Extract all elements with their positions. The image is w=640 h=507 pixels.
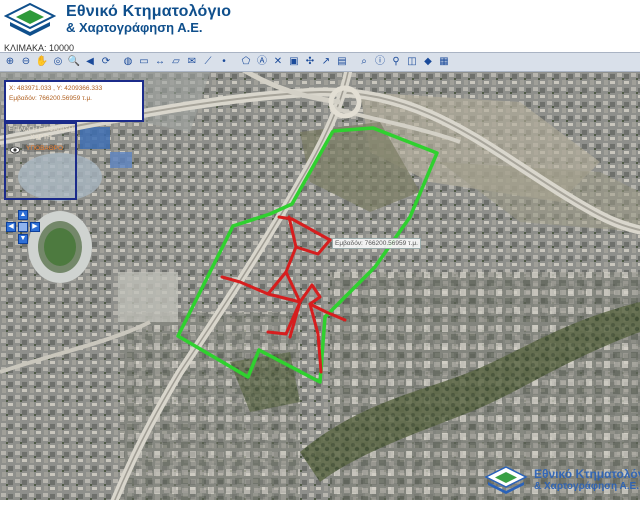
pan-hand-icon[interactable]: ✋ [35,55,49,69]
line-icon[interactable]: ⟋ [201,55,215,69]
map-view[interactable] [0,72,640,500]
area-value: 766200.56959 τ.μ. [38,95,92,102]
x-label: X: [9,85,16,92]
refresh-icon[interactable]: ⟳ [99,55,113,69]
label-icon[interactable]: Ⓐ [255,55,269,69]
measure-area-icon[interactable]: ▱ [169,55,183,69]
pan-left-icon[interactable]: ◀ [6,222,16,232]
mail-icon[interactable]: ✉ [185,55,199,69]
area-readout: Εμβαδόν: 766200.56959 τ.μ. [9,94,139,104]
status-bar [0,500,640,507]
area-label: Εμβαδόν: [9,95,37,102]
xy-readout: X: 483971.033 , Y: 4209366.333 [9,85,103,92]
full-extent-icon[interactable]: ◎ [51,55,65,69]
coordinate-xy-icon[interactable]: ✣ [303,55,317,69]
previous-extent-icon[interactable]: ◀ [83,55,97,69]
pan-center-icon[interactable] [18,222,28,232]
watermark-subtitle: & Χαρτογράφηση Α.Ε. [534,481,639,492]
org-name-subtitle: & Χαρτογράφηση Α.Ε. [66,20,203,35]
x-value: 483971.033 [16,85,52,92]
pan-down-icon[interactable]: ▼ [18,234,28,244]
arrow-icon[interactable]: ↗ [319,55,333,69]
logo [4,2,56,36]
layers-icon[interactable]: ◆ [421,55,435,69]
search-icon[interactable]: ⌕ [357,55,371,69]
watermark-title: Εθνικό Κτηματολόγιο [534,467,640,481]
map-toolbar: ⊕ ⊖ ✋ ◎ 🔍 ◀ ⟳ ◍ ▭ ↔ ▱ ✉ ⟋ • ⬠ Ⓐ ✕ ▣ ✣ ↗ ▤ ⌕ ⓘ ⚲ ◫ ◆ ▦ [0,52,640,72]
watermark-logo [484,466,528,494]
clear-icon[interactable]: ✕ [271,55,285,69]
table-icon[interactable]: ▤ [335,55,349,69]
polygon-icon[interactable]: ⬠ [239,55,253,69]
layer-panel: ΕΠΙΛΟΓΗ ΕΜΦΑΝΙΣΗ ΧΑΡΤΗ ΥΠΟΒΑΘΡΟ [4,122,77,200]
globe-icon[interactable]: ◍ [121,55,135,69]
pan-control: ▲ ◀ ▶ ▼ [6,210,40,246]
car-icon[interactable]: ▭ [137,55,151,69]
point-icon[interactable]: • [217,55,231,69]
y-value: 4209366.333 [64,85,103,92]
coordinates-readout: X: 483971.033 , Y: 4209366.333 Εμβαδόν: … [4,80,144,122]
zoom-in-icon[interactable]: ⊕ [3,55,17,69]
select-icon[interactable]: ▣ [287,55,301,69]
layer-panel-title: ΕΠΙΛΟΓΗ ΕΜΦΑΝΙΣΗ ΧΑΡΤΗ [8,126,74,141]
app-header: Εθνικό Κτηματολόγιο & Χαρτογράφηση Α.Ε. … [0,0,640,53]
y-label: Y: [56,85,63,92]
print-icon[interactable]: ▦ [437,55,451,69]
area-map-label: Εμβαδόν: 766200.56959 τ.μ. [332,238,421,249]
zoom-out-icon[interactable]: ⊖ [19,55,33,69]
layer-background-option[interactable]: ΥΠΟΒΑΘΡΟ [24,145,66,152]
aerial-map[interactable] [0,72,640,500]
info-icon[interactable]: ⓘ [373,55,387,69]
link-icon[interactable]: ⚲ [389,55,403,69]
pan-right-icon[interactable]: ▶ [30,222,40,232]
pan-up-icon[interactable]: ▲ [18,210,28,220]
zoom-window-icon[interactable]: 🔍 [67,55,81,69]
measure-distance-icon[interactable]: ↔ [153,55,167,69]
eye-icon[interactable] [10,146,20,154]
org-name: Εθνικό Κτηματολόγιο [66,3,232,20]
map-icon[interactable]: ◫ [405,55,419,69]
